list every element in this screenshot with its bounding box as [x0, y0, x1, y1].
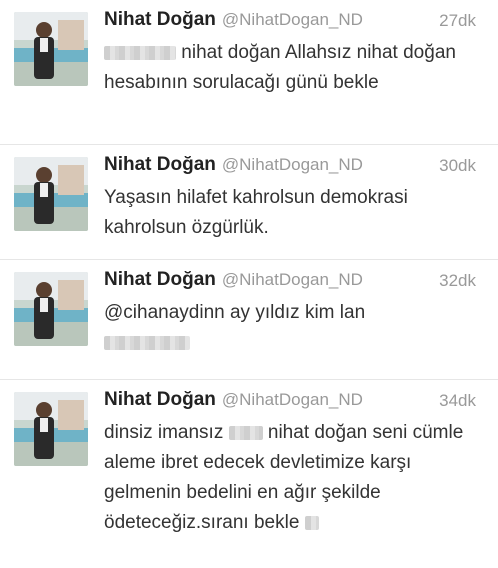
- tweet-item[interactable]: Nihat Doğan @NihatDogan_ND 30dk Yaşasın h…: [0, 145, 498, 260]
- avatar[interactable]: [14, 272, 88, 346]
- author-name[interactable]: Nihat Doğan @NihatDogan_ND: [104, 389, 363, 411]
- blurred-word: [228, 425, 263, 440]
- tweet-text: dinsiz imansız nihat doğan seni cümle al…: [104, 422, 464, 533]
- tweet-time: 27dk: [439, 11, 476, 30]
- tweet-text: Yaşasın hilafet kahrolsun demokrasi kahr…: [104, 187, 408, 238]
- author-handle: @NihatDogan_ND: [221, 270, 363, 289]
- avatar[interactable]: [14, 392, 88, 466]
- profile-photo-icon: [14, 392, 88, 466]
- tweet-time: 30dk: [439, 156, 476, 175]
- author-handle: @NihatDogan_ND: [221, 155, 363, 174]
- profile-photo-icon: [14, 157, 88, 231]
- tweet-text: @cihanaydinn ay yıldız kim lan: [104, 298, 476, 358]
- profile-photo-icon: [14, 272, 88, 346]
- avatar[interactable]: [14, 157, 88, 231]
- author-handle: @NihatDogan_ND: [221, 390, 363, 409]
- author-handle: @NihatDogan_ND: [221, 10, 363, 29]
- tweet-time: 32dk: [439, 271, 476, 290]
- author-name[interactable]: Nihat Doğan @NihatDogan_ND: [104, 154, 363, 176]
- author-name[interactable]: Nihat Doğan @NihatDogan_ND: [104, 9, 363, 31]
- profile-photo-icon: [14, 12, 88, 86]
- tweet-text: nihat doğan Allahsız nihat doğan hesabın…: [104, 42, 456, 93]
- author-name[interactable]: Nihat Doğan @NihatDogan_ND: [104, 269, 363, 291]
- tweet-time: 34dk: [439, 391, 476, 410]
- tweet-item[interactable]: Nihat Doğan @NihatDogan_ND 34dk dinsiz im…: [0, 380, 498, 568]
- tweet-item[interactable]: Nihat Doğan @NihatDogan_ND 27dk nihat doğ…: [0, 0, 498, 145]
- blurred-word: [104, 45, 176, 60]
- blurred-word: [304, 515, 319, 530]
- blurred-word: [104, 335, 190, 350]
- avatar[interactable]: [14, 12, 88, 86]
- tweet-item[interactable]: Nihat Doğan @NihatDogan_ND 32dk @cihanayd…: [0, 260, 498, 380]
